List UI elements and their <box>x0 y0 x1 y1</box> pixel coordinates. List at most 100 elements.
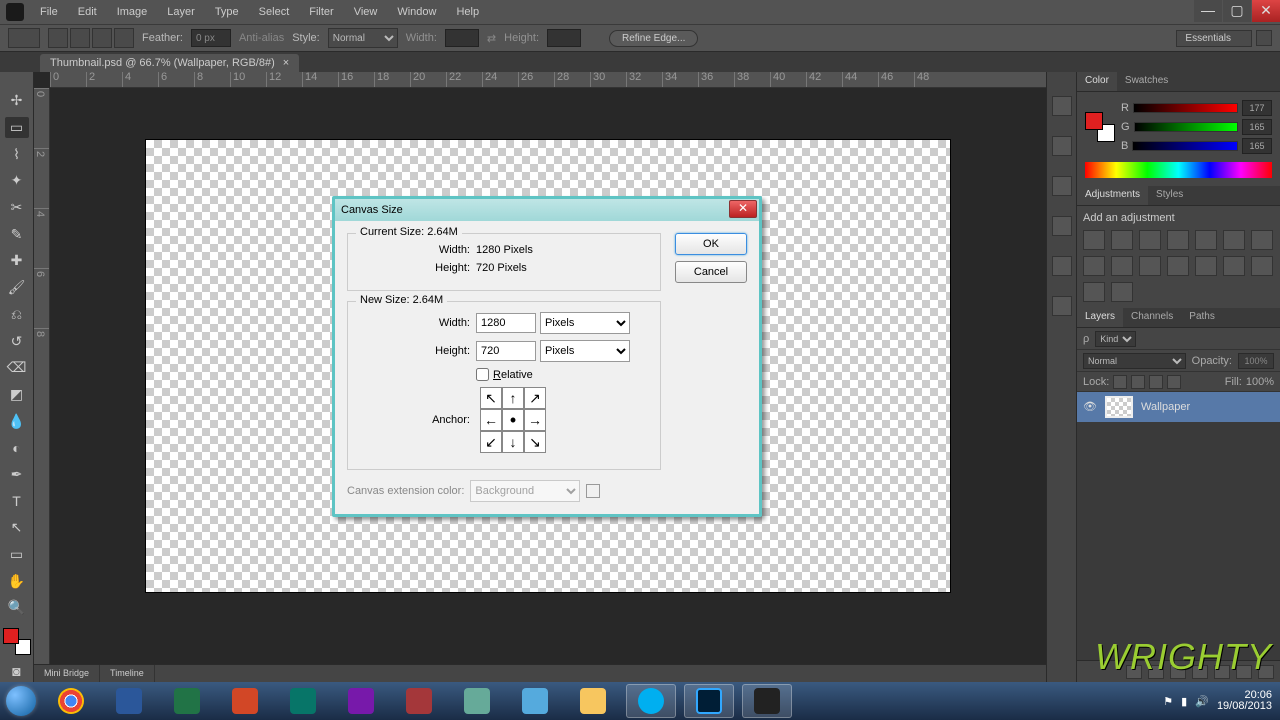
stamp-tool-icon[interactable]: ⎌ <box>5 304 29 326</box>
dodge-tool-icon[interactable]: ◐ <box>5 437 29 459</box>
anchor-n[interactable]: ↑ <box>502 387 524 409</box>
g-value[interactable]: 165 <box>1242 119 1272 135</box>
adj-selectivecolor-icon[interactable] <box>1111 282 1133 302</box>
zoom-tool-icon[interactable]: 🔍 <box>5 597 29 619</box>
blur-tool-icon[interactable]: 💧 <box>5 410 29 432</box>
anchor-w[interactable]: ← <box>480 409 502 431</box>
new-width-input[interactable] <box>476 313 536 333</box>
system-tray[interactable]: ⚑ ▮ 🔊 20:06 19/08/2013 <box>1163 690 1280 712</box>
menu-window[interactable]: Window <box>387 2 446 22</box>
menu-help[interactable]: Help <box>446 2 489 22</box>
tray-volume-icon[interactable]: 🔊 <box>1195 695 1209 708</box>
task-excel[interactable] <box>162 684 212 718</box>
adj-bw-icon[interactable] <box>1083 256 1105 276</box>
dialog-titlebar[interactable]: Canvas Size ✕ <box>335 199 759 221</box>
move-tool-icon[interactable]: ✢ <box>5 90 29 112</box>
g-slider[interactable] <box>1134 122 1238 132</box>
visibility-toggle-icon[interactable]: 👁 <box>1083 400 1097 414</box>
adj-channelmixer-icon[interactable] <box>1139 256 1161 276</box>
character-panel-icon[interactable] <box>1052 256 1072 276</box>
actions-panel-icon[interactable] <box>1052 136 1072 156</box>
close-button[interactable]: ✕ <box>1252 0 1280 22</box>
new-group-icon[interactable] <box>1214 665 1230 679</box>
layer-fx-icon[interactable] <box>1148 665 1164 679</box>
layer-name[interactable]: Wallpaper <box>1141 401 1190 413</box>
adj-invert-icon[interactable] <box>1195 256 1217 276</box>
ok-button[interactable]: OK <box>675 233 747 255</box>
lock-pixels-icon[interactable] <box>1131 375 1145 389</box>
layer-thumbnail[interactable] <box>1105 396 1133 418</box>
new-width-unit-select[interactable]: Pixels <box>540 312 630 334</box>
color-fg-bg[interactable] <box>3 628 31 656</box>
task-skype[interactable] <box>626 684 676 718</box>
fg-swatch[interactable] <box>1085 112 1103 130</box>
properties-panel-icon[interactable] <box>1052 176 1072 196</box>
quickmask-icon[interactable]: ◙ <box>5 660 29 682</box>
new-adjustment-layer-icon[interactable] <box>1192 665 1208 679</box>
relative-checkbox[interactable] <box>476 368 489 381</box>
color-swatch-pair[interactable] <box>1085 112 1115 142</box>
eraser-tool-icon[interactable]: ⌫ <box>5 357 29 379</box>
menu-type[interactable]: Type <box>205 2 249 22</box>
history-brush-tool-icon[interactable]: ↺ <box>5 330 29 352</box>
document-tab[interactable]: Thumbnail.psd @ 66.7% (Wallpaper, RGB/8#… <box>40 54 299 72</box>
tab-paths[interactable]: Paths <box>1181 308 1223 327</box>
task-onenote[interactable] <box>336 684 386 718</box>
adj-levels-icon[interactable] <box>1111 230 1133 250</box>
anchor-nw[interactable]: ↖ <box>480 387 502 409</box>
lasso-tool-icon[interactable]: ⌇ <box>5 143 29 165</box>
dialog-close-button[interactable]: ✕ <box>729 200 757 218</box>
tab-minibridge[interactable]: Mini Bridge <box>34 665 100 682</box>
layer-mask-icon[interactable] <box>1170 665 1186 679</box>
menu-select[interactable]: Select <box>249 2 300 22</box>
anchor-ne[interactable]: ↗ <box>524 387 546 409</box>
menu-edit[interactable]: Edit <box>68 2 107 22</box>
layer-row[interactable]: 👁 Wallpaper <box>1077 392 1280 422</box>
style-select[interactable]: Normal <box>328 28 398 48</box>
menu-file[interactable]: File <box>30 2 68 22</box>
link-layers-icon[interactable] <box>1126 665 1142 679</box>
new-layer-icon[interactable] <box>1236 665 1252 679</box>
tab-channels[interactable]: Channels <box>1123 308 1181 327</box>
selection-new-icon[interactable] <box>48 28 68 48</box>
task-app1[interactable] <box>452 684 502 718</box>
brush-tool-icon[interactable]: 🖌 <box>5 277 29 299</box>
task-powerpoint[interactable] <box>220 684 270 718</box>
path-tool-icon[interactable]: ↖ <box>5 517 29 539</box>
cancel-button[interactable]: Cancel <box>675 261 747 283</box>
workspace-switcher[interactable]: Essentials <box>1176 30 1252 47</box>
type-tool-icon[interactable]: T <box>5 490 29 512</box>
maximize-button[interactable]: ▢ <box>1223 0 1251 22</box>
adj-exposure-icon[interactable] <box>1167 230 1189 250</box>
hand-tool-icon[interactable]: ✋ <box>5 570 29 592</box>
adj-brightness-icon[interactable] <box>1083 230 1105 250</box>
adj-huesat-icon[interactable] <box>1223 230 1245 250</box>
lock-position-icon[interactable] <box>1149 375 1163 389</box>
tray-flag-icon[interactable]: ⚑ <box>1163 695 1173 708</box>
adj-posterize-icon[interactable] <box>1223 256 1245 276</box>
r-slider[interactable] <box>1133 103 1238 113</box>
task-access[interactable] <box>394 684 444 718</box>
delete-layer-icon[interactable] <box>1258 665 1274 679</box>
task-photoshop[interactable] <box>684 684 734 718</box>
tool-preset-picker[interactable] <box>8 28 40 48</box>
task-terminal[interactable] <box>742 684 792 718</box>
b-slider[interactable] <box>1132 141 1238 151</box>
b-value[interactable]: 165 <box>1242 138 1272 154</box>
anchor-s[interactable]: ↓ <box>502 431 524 453</box>
pen-tool-icon[interactable]: ✒ <box>5 464 29 486</box>
new-height-input[interactable] <box>476 341 536 361</box>
task-publisher[interactable] <box>278 684 328 718</box>
opacity-value[interactable]: 100% <box>1238 353 1274 369</box>
adj-photofilter-icon[interactable] <box>1111 256 1133 276</box>
brushes-panel-icon[interactable] <box>1052 216 1072 236</box>
menu-view[interactable]: View <box>344 2 388 22</box>
refine-edge-button[interactable]: Refine Edge... <box>609 30 698 47</box>
anchor-se[interactable]: ↘ <box>524 431 546 453</box>
task-explorer[interactable] <box>510 684 560 718</box>
adj-vibrance-icon[interactable] <box>1195 230 1217 250</box>
adj-curves-icon[interactable] <box>1139 230 1161 250</box>
tray-network-icon[interactable]: ▮ <box>1181 695 1187 708</box>
marquee-tool-icon[interactable]: ▭ <box>5 117 29 139</box>
wand-tool-icon[interactable]: ✦ <box>5 170 29 192</box>
